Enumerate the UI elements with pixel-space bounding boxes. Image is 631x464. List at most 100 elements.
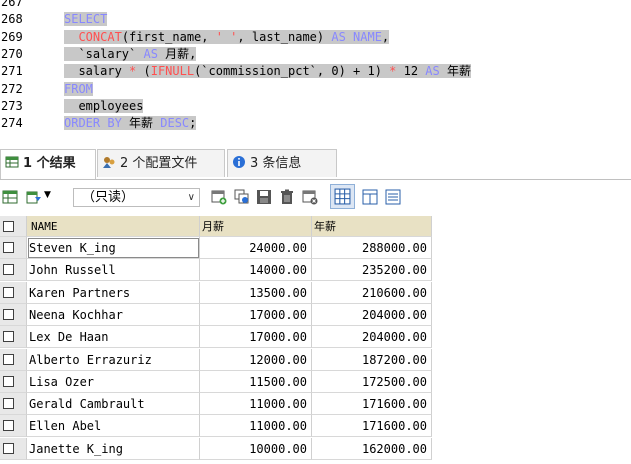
duplicate-row-icon[interactable] bbox=[234, 189, 250, 205]
grid-mode-icon bbox=[334, 188, 351, 205]
delete-icon[interactable] bbox=[279, 189, 295, 205]
cell-annual-salary[interactable]: 204000.00 bbox=[312, 326, 432, 349]
row-selector[interactable] bbox=[0, 281, 27, 304]
cell-monthly-salary[interactable]: 12000.00 bbox=[200, 348, 312, 371]
cell-annual-salary[interactable]: 171600.00 bbox=[312, 393, 432, 416]
code-token: `salary` bbox=[64, 46, 144, 61]
row-checkbox[interactable] bbox=[3, 375, 14, 387]
code-token: 年薪 bbox=[439, 64, 471, 79]
sql-editor[interactable]: 267 268 SELECT 269 CONCAT(first_name, ' ', … bbox=[0, 0, 631, 143]
cell-monthly-salary[interactable]: 14000.00 bbox=[200, 259, 312, 282]
row-checkbox[interactable] bbox=[3, 420, 14, 432]
row-selector[interactable] bbox=[0, 259, 27, 282]
row-checkbox[interactable] bbox=[3, 398, 14, 410]
readonly-select[interactable]: （只读） ∨ bbox=[73, 188, 200, 207]
line-code: FROM bbox=[64, 81, 93, 97]
cell-name[interactable]: Alberto Errazuriz bbox=[27, 348, 200, 371]
row-checkbox[interactable] bbox=[3, 242, 14, 253]
cell-monthly-salary[interactable]: 17000.00 bbox=[200, 326, 312, 349]
cell-annual-salary[interactable]: 235200.00 bbox=[312, 259, 432, 282]
line-number: 273 bbox=[1, 98, 23, 113]
row-selector[interactable] bbox=[0, 393, 27, 416]
code-token: (first_name, bbox=[121, 29, 216, 44]
row-checkbox[interactable] bbox=[3, 286, 14, 298]
cell-name[interactable]: John Russell bbox=[27, 259, 200, 282]
select-all-checkbox[interactable] bbox=[3, 221, 14, 232]
grid-view-icon[interactable] bbox=[2, 189, 18, 205]
row-checkbox[interactable] bbox=[3, 308, 14, 320]
cell-name[interactable]: Ellen Abel bbox=[27, 415, 200, 438]
row-checkbox[interactable] bbox=[3, 264, 14, 276]
cell-annual-salary[interactable]: 162000.00 bbox=[312, 437, 432, 460]
line-code: `salary` AS 月薪, bbox=[64, 46, 197, 62]
code-line[interactable]: 274 ORDER BY 年薪 DESC; bbox=[0, 115, 631, 131]
column-header-name[interactable]: NAME bbox=[27, 216, 200, 237]
code-token: SELECT bbox=[64, 12, 108, 27]
cell-monthly-salary[interactable]: 24000.00 bbox=[200, 237, 312, 259]
discard-changes-icon[interactable] bbox=[302, 189, 318, 205]
cell-monthly-salary[interactable]: 11000.00 bbox=[200, 415, 312, 438]
form-mode-icon[interactable] bbox=[362, 189, 378, 205]
row-selector[interactable] bbox=[0, 415, 27, 438]
row-selector[interactable] bbox=[0, 303, 27, 326]
row-selector[interactable] bbox=[0, 237, 27, 259]
grid-header-select-all[interactable] bbox=[0, 216, 27, 237]
export-icon[interactable] bbox=[26, 189, 42, 205]
cell-annual-salary[interactable]: 171600.00 bbox=[312, 415, 432, 438]
row-selector[interactable] bbox=[0, 370, 27, 393]
line-code: SELECT bbox=[64, 11, 108, 27]
tab-profiles-label: 2 个配置文件 bbox=[120, 156, 198, 171]
cell-name[interactable]: Janette K_ing bbox=[27, 437, 200, 460]
cell-annual-salary[interactable]: 187200.00 bbox=[312, 348, 432, 371]
grid-mode-button[interactable] bbox=[330, 184, 355, 209]
tab-messages-label: 3 条信息 bbox=[250, 156, 302, 171]
cell-annual-salary[interactable]: 204000.00 bbox=[312, 303, 432, 326]
code-line[interactable]: 273 employees bbox=[0, 98, 631, 114]
code-token: AS bbox=[425, 64, 440, 79]
tab-messages[interactable]: 3 条信息 bbox=[227, 149, 337, 177]
code-line[interactable]: 268 SELECT bbox=[0, 11, 631, 27]
cell-name[interactable]: Steven K_ing bbox=[27, 237, 200, 259]
cell-monthly-salary[interactable]: 11000.00 bbox=[200, 393, 312, 416]
line-number: 270 bbox=[1, 46, 23, 61]
code-line[interactable]: 272 FROM bbox=[0, 81, 631, 97]
cell-monthly-salary[interactable]: 13500.00 bbox=[200, 281, 312, 304]
tab-profiles[interactable]: 2 个配置文件 bbox=[97, 149, 225, 177]
code-token: ( bbox=[136, 64, 151, 79]
cell-name[interactable]: Gerald Cambrault bbox=[27, 393, 200, 416]
cell-name[interactable]: Neena Kochhar bbox=[27, 303, 200, 326]
column-header-monthly-salary[interactable]: 月薪 bbox=[200, 216, 312, 237]
code-token: IFNULL bbox=[150, 64, 195, 79]
code-line[interactable]: 269 CONCAT(first_name, ' ', last_name) A… bbox=[0, 29, 631, 45]
tab-results-label: 1 个结果 bbox=[23, 156, 76, 171]
row-checkbox[interactable] bbox=[3, 442, 14, 454]
row-selector[interactable] bbox=[0, 348, 27, 371]
export-dropdown-arrow-icon[interactable]: ▼ bbox=[44, 190, 51, 200]
code-line[interactable]: 271 salary * (IFNULL(`commission_pct`, 0… bbox=[0, 63, 631, 79]
row-selector[interactable] bbox=[0, 437, 27, 460]
code-line[interactable]: 267 bbox=[0, 0, 631, 10]
add-row-icon[interactable] bbox=[211, 189, 227, 205]
result-toolbar: ▼ （只读） ∨ bbox=[0, 180, 631, 214]
cell-name[interactable]: Lisa Ozer bbox=[27, 370, 200, 393]
code-token: 年薪 bbox=[121, 116, 161, 131]
row-checkbox[interactable] bbox=[3, 331, 14, 343]
row-selector[interactable] bbox=[0, 326, 27, 349]
code-line[interactable]: 270 `salary` AS 月薪, bbox=[0, 46, 631, 62]
cell-name[interactable]: Karen Partners bbox=[27, 281, 200, 304]
cell-annual-salary[interactable]: 172500.00 bbox=[312, 370, 432, 393]
result-grid[interactable]: NAME 月薪 年薪 Steven K_ing 24000.00 288000.00… bbox=[0, 216, 631, 464]
cell-name[interactable]: Lex De Haan bbox=[27, 326, 200, 349]
cell-monthly-salary[interactable]: 17000.00 bbox=[200, 303, 312, 326]
code-token: CONCAT bbox=[78, 29, 122, 44]
column-header-annual-salary[interactable]: 年薪 bbox=[312, 216, 432, 237]
text-mode-icon[interactable] bbox=[385, 189, 401, 205]
cell-monthly-salary[interactable]: 11500.00 bbox=[200, 370, 312, 393]
cell-annual-salary[interactable]: 288000.00 bbox=[312, 237, 432, 259]
cell-annual-salary[interactable]: 210600.00 bbox=[312, 281, 432, 304]
code-token: DESC bbox=[160, 116, 190, 131]
row-checkbox[interactable] bbox=[3, 353, 14, 365]
save-icon[interactable] bbox=[256, 189, 272, 205]
tab-results[interactable]: 1 个结果 bbox=[0, 149, 96, 179]
cell-monthly-salary[interactable]: 10000.00 bbox=[200, 437, 312, 460]
